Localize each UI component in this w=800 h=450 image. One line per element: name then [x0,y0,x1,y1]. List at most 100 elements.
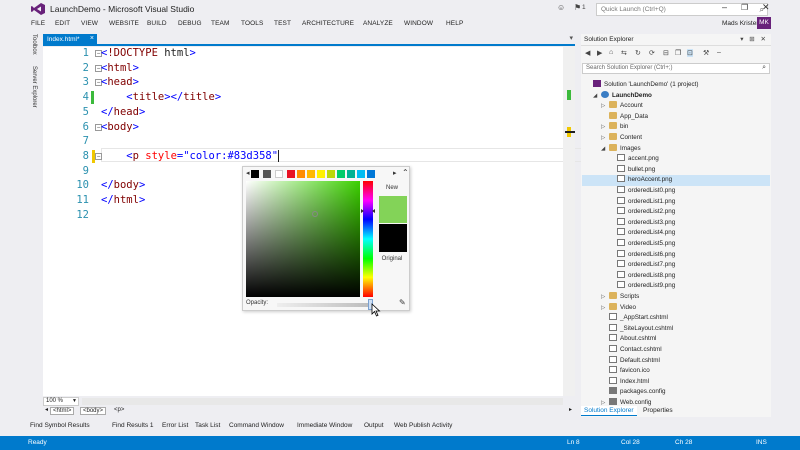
menu-window[interactable]: WINDOW [404,20,433,27]
tab-output[interactable]: Output [364,422,384,429]
color-swatch[interactable] [367,170,375,178]
expand-arrow-icon[interactable]: ▷ [601,135,609,141]
sync-icon[interactable]: ⇆ [621,49,627,57]
back-icon[interactable]: ◀ [585,49,590,57]
collapse-all-icon[interactable]: ⊟ [663,49,669,57]
pending-changes-icon[interactable]: ↻ [635,49,641,57]
tab-find-symbol-results[interactable]: Find Symbol Results [30,422,90,429]
code-line[interactable]: 2− <html> [43,62,563,76]
hue-slider[interactable] [363,181,373,297]
swatch-scroll-left-icon[interactable]: ◂ [246,169,250,177]
expand-arrow-icon[interactable]: ◢ [601,146,609,152]
tree-item[interactable]: Index.html [582,376,770,388]
color-swatch[interactable] [337,170,345,178]
menu-website[interactable]: WEBSITE [109,20,139,27]
tree-item[interactable]: orderedList1.png [582,196,770,208]
forward-icon[interactable]: ▶ [597,49,602,57]
server-explorer-tab[interactable]: Server Explorer [31,66,37,108]
tree-item[interactable]: orderedList4.png [582,228,770,239]
editor-vertical-scrollbar[interactable] [563,47,575,396]
tree-item[interactable]: _SiteLayout.cshtml [582,323,770,335]
tree-item[interactable]: orderedList6.png [582,249,770,261]
tree-item[interactable]: orderedList9.png [582,281,770,292]
code-line[interactable]: 1− <!DOCTYPE html> [43,47,563,61]
tab-find-results-1[interactable]: Find Results 1 [112,422,154,429]
tree-item[interactable]: packages.config [582,387,770,398]
color-selector-handle[interactable] [312,211,318,217]
collapse-icon[interactable]: ⌃ [402,168,409,177]
code-line[interactable]: 7 [43,135,563,149]
show-all-files-icon[interactable]: ❐ [675,49,681,57]
toolbox-tab[interactable]: Toolbox [31,34,37,55]
color-swatch[interactable] [347,170,355,178]
color-swatch[interactable] [327,170,335,178]
properties-wrench-icon[interactable]: ⚒ [703,49,709,57]
menu-file[interactable]: FILE [31,20,45,27]
feedback-icon[interactable]: ☺ [557,3,565,12]
breadcrumb-body[interactable]: <body> [80,407,107,415]
tree-item[interactable]: ▷ Scripts [582,292,770,303]
tree-item[interactable]: ◢ Images [582,143,770,155]
menu-help[interactable]: HELP [446,20,463,27]
original-color-preview[interactable] [379,224,407,252]
tree-item[interactable]: ▷ Content [582,133,770,144]
menu-edit[interactable]: EDIT [55,20,70,27]
opacity-slider[interactable] [277,303,373,307]
tree-item[interactable]: orderedList0.png [582,186,770,197]
tab-immediate-window[interactable]: Immediate Window [297,422,352,429]
tree-item[interactable]: Default.cshtml [582,355,770,367]
tree-item[interactable]: ▷ bin [582,122,770,133]
tree-item[interactable]: accent.png [582,154,770,165]
eyedropper-icon[interactable]: ✎ [399,298,406,307]
color-swatch[interactable] [263,170,271,178]
tab-command-window[interactable]: Command Window [229,422,284,429]
close-icon[interactable]: ✕ [762,2,770,13]
tree-item[interactable]: ◢ LaunchDemo [582,90,770,102]
code-line[interactable]: 3− <head> [43,76,563,90]
tree-item[interactable]: orderedList7.png [582,260,770,271]
expand-arrow-icon[interactable]: ▷ [601,124,609,130]
menu-debug[interactable]: DEBUG [178,20,202,27]
editor-horizontal-scrollbar[interactable] [82,398,563,405]
menu-tools[interactable]: TOOLS [241,20,263,27]
tree-item[interactable]: heroAccent.png [582,175,770,186]
tree-item[interactable]: App_Data [582,111,770,123]
tree-item[interactable]: About.cshtml [582,334,770,345]
menu-view[interactable]: VIEW [81,20,98,27]
notification-flag-icon[interactable]: ⚑ [574,3,581,12]
code-line[interactable]: 8− <p style="color:#83d358" [43,149,563,164]
tree-item[interactable]: orderedList2.png [582,207,770,218]
menu-team[interactable]: TEAM [211,20,229,27]
minimize-icon[interactable]: – [722,2,727,12]
menu-build[interactable]: BUILD [147,20,167,27]
tree-item[interactable]: ▷ Account [582,101,770,112]
swatch-scroll-right-icon[interactable]: ▸ [393,169,397,177]
expand-arrow-icon[interactable]: ◢ [593,93,601,99]
tab-error-list[interactable]: Error List [162,422,188,429]
tab-solution-explorer[interactable]: Solution Explorer [581,406,637,416]
hue-slider-handle[interactable] [361,209,375,213]
color-swatch[interactable] [317,170,325,178]
color-swatch[interactable] [307,170,315,178]
color-swatch[interactable] [275,170,283,178]
close-tab-icon[interactable]: × [90,35,94,42]
color-swatch[interactable] [287,170,295,178]
saturation-value-field[interactable] [246,181,360,297]
refresh-icon[interactable]: ⟳ [649,49,655,57]
color-picker-popup[interactable]: ◂ ▸ ⌃ New Original Opacity: ✎ [242,166,410,311]
restore-icon[interactable]: ❐ [741,3,748,12]
tab-overflow-dropdown-icon[interactable]: ▾ [569,34,573,42]
tree-item[interactable]: orderedList5.png [582,239,770,250]
breadcrumb-scroll-right-icon[interactable]: ▸ [567,407,574,415]
tree-item[interactable]: ▷ Video [582,302,770,314]
breadcrumb-scroll-left-icon[interactable]: ◂ [43,407,50,415]
color-swatch[interactable] [297,170,305,178]
code-line[interactable]: 6− <body> [43,121,563,135]
menu-architecture[interactable]: ARCHITECTURE [302,20,354,27]
tab-properties[interactable]: Properties [640,406,676,415]
expand-arrow-icon[interactable]: ▷ [601,294,609,300]
avatar[interactable]: MK [757,17,771,29]
tab-task-list[interactable]: Task List [195,422,220,429]
tree-item[interactable]: orderedList3.png [582,217,770,229]
breadcrumb-p[interactable]: <p> [112,407,126,415]
